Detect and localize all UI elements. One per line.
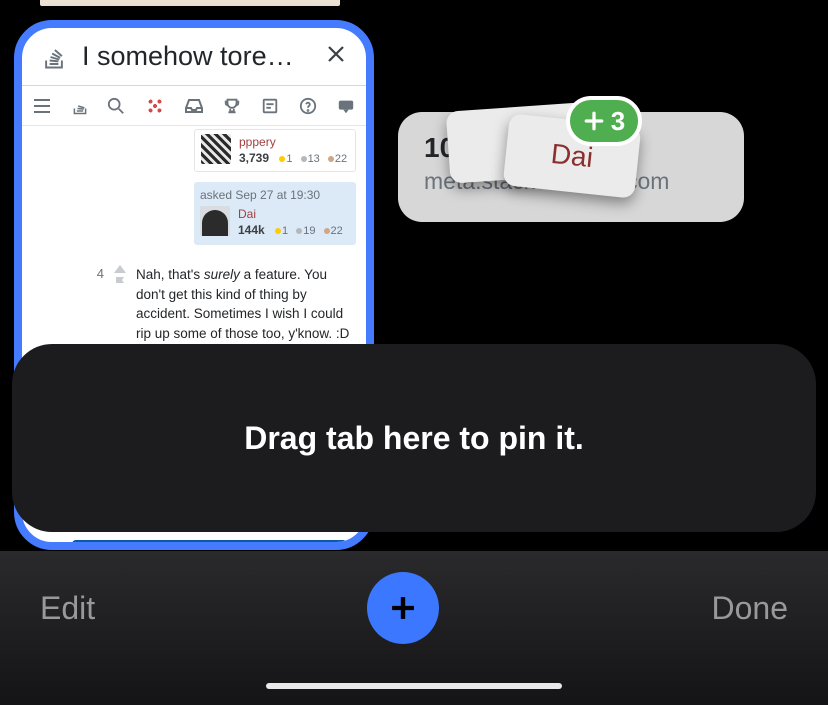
asker-identicon-icon[interactable] xyxy=(200,206,230,236)
editor-identicon-icon[interactable] xyxy=(201,134,231,164)
editor-badges: 1 13 22 xyxy=(274,153,347,165)
edit-button[interactable]: Edit xyxy=(40,590,95,627)
background-tab-sliver: the rest of Wales xyxy=(40,0,340,6)
stackoverflow-mini-logo-icon[interactable] xyxy=(70,96,90,116)
pin-drop-zone[interactable]: Drag tab here to pin it. xyxy=(12,344,816,532)
review-icon[interactable] xyxy=(260,96,280,116)
gold-badge-icon xyxy=(275,228,281,234)
hamburger-icon[interactable] xyxy=(32,96,52,116)
pin-zone-label: Drag tab here to pin it. xyxy=(244,420,584,457)
tab-switcher-toolbar: Edit Done xyxy=(0,551,828,705)
asked-timestamp: asked Sep 27 at 19:30 xyxy=(200,188,350,202)
site-toolbar xyxy=(22,86,366,126)
inbox-icon[interactable] xyxy=(184,96,204,116)
community-icon[interactable] xyxy=(336,96,356,116)
ad-banner[interactable]: Everyone can find their best gifts at x xyxy=(72,540,347,550)
asker-badges: 1 19 22 xyxy=(270,225,343,237)
silver-badge-icon xyxy=(301,156,307,162)
done-button[interactable]: Done xyxy=(711,590,788,627)
bronze-badge-icon xyxy=(328,156,334,162)
home-indicator[interactable] xyxy=(266,683,562,689)
trophy-icon[interactable] xyxy=(222,96,242,116)
user-avatar-icon[interactable] xyxy=(144,95,166,117)
editor-name[interactable]: pppery xyxy=(239,134,347,150)
close-tab-button[interactable] xyxy=(324,41,348,73)
silver-badge-icon xyxy=(296,228,302,234)
search-icon[interactable] xyxy=(106,96,126,116)
stackoverflow-logo-icon xyxy=(40,43,68,71)
asker-card: asked Sep 27 at 19:30 Dai 144k 1 19 22 xyxy=(194,182,356,245)
gold-badge-icon xyxy=(279,156,285,162)
tab-header: I somehow tore… xyxy=(22,28,366,86)
ad-close-icon[interactable]: x xyxy=(365,536,371,547)
bronze-badge-icon xyxy=(324,228,330,234)
asker-name[interactable]: Dai xyxy=(238,206,343,222)
asker-rep: 144k xyxy=(238,223,265,237)
new-tab-button[interactable] xyxy=(367,572,439,644)
tab-title: I somehow tore… xyxy=(82,41,324,72)
drag-count-badge: 3 xyxy=(566,96,642,146)
editor-card: pppery 3,739 1 13 22 xyxy=(194,129,356,172)
editor-rep: 3,739 xyxy=(239,151,269,165)
help-icon[interactable] xyxy=(298,96,318,116)
